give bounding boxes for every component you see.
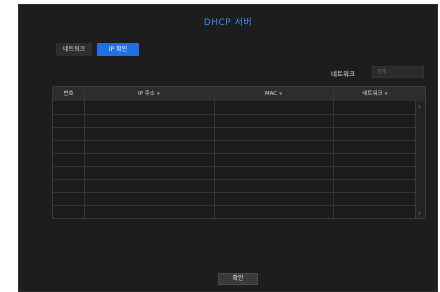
table-header: 번호 IP 주소 ▼ MAC ▼ 네트워크 ▼: [53, 87, 425, 101]
sort-arrow-icon: ▼: [279, 91, 283, 96]
table-row-divider: [53, 127, 415, 128]
dialog-title: DHCP 서버: [203, 18, 253, 28]
table-row-divider: [53, 114, 415, 115]
network-filter-label: 네트워크: [331, 70, 355, 78]
table-row-divider: [53, 153, 415, 154]
dhcp-server-dialog: DHCP 서버 네트워크 IP 확인 네트워크 전체 번호 IP 주소 ▼ MAC…: [18, 4, 438, 292]
table-scrollbar[interactable]: ▲ ▼: [415, 101, 425, 218]
sort-arrow-icon: ▼: [156, 91, 160, 96]
tab-network[interactable]: 네트워크: [56, 43, 92, 56]
scroll-up-icon[interactable]: ▲: [418, 103, 421, 108]
column-header-ip[interactable]: IP 주소 ▼: [84, 87, 214, 101]
table-row-divider: [53, 140, 415, 141]
table-row-divider: [53, 205, 415, 206]
scroll-down-icon[interactable]: ▼: [418, 211, 421, 216]
ok-button[interactable]: 확인: [218, 273, 258, 285]
table-row-divider: [53, 179, 415, 180]
table-row-divider: [53, 166, 415, 167]
column-header-number[interactable]: 번호: [53, 87, 84, 101]
sort-arrow-icon: ▼: [384, 91, 388, 96]
network-filter-select[interactable]: 전체: [372, 66, 424, 78]
tab-ip-check[interactable]: IP 확인: [97, 43, 139, 56]
table-row-divider: [53, 192, 415, 193]
column-header-network[interactable]: 네트워크 ▼: [333, 87, 417, 101]
ip-table: 번호 IP 주소 ▼ MAC ▼ 네트워크 ▼ ▲ ▼: [52, 86, 426, 219]
column-header-mac[interactable]: MAC ▼: [214, 87, 333, 101]
